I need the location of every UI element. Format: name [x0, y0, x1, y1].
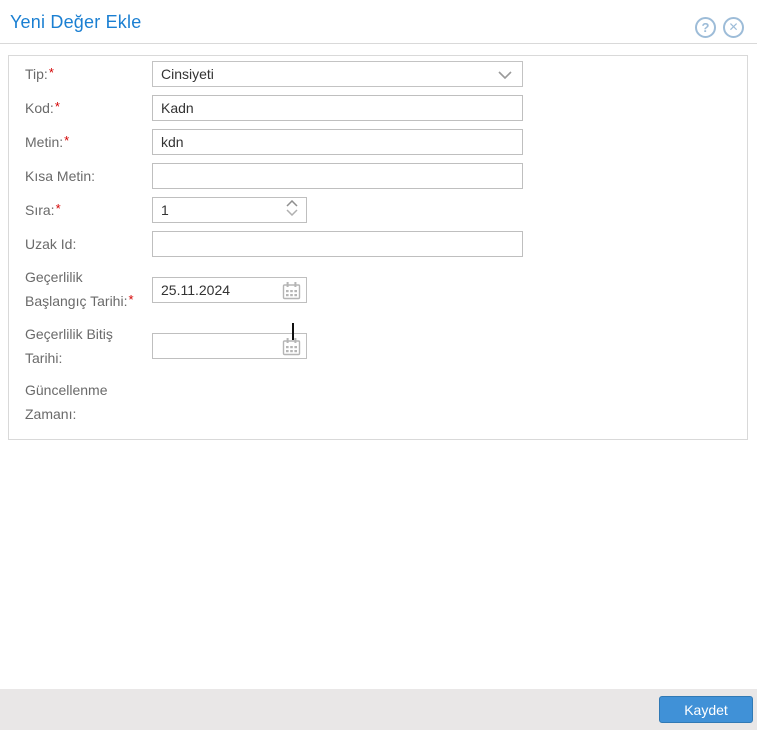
- dialog-header: Yeni Değer Ekle ? ✕: [0, 0, 757, 44]
- label-text: Güncellenme Zamanı:: [25, 382, 108, 422]
- sira-input[interactable]: [152, 197, 307, 223]
- required-marker: *: [128, 292, 134, 307]
- form-row-bitis-tarihi: Geçerlilik Bitiş Tarihi:: [25, 322, 731, 370]
- field-uzak-id: [152, 231, 523, 257]
- save-button[interactable]: Kaydet: [659, 696, 753, 723]
- form-row-metin: Metin:*: [25, 129, 731, 155]
- label-text: Metin:: [25, 133, 64, 150]
- chevron-down-icon[interactable]: [286, 209, 298, 216]
- required-marker: *: [64, 132, 70, 148]
- field-label-sira: Sıra:*: [25, 198, 152, 223]
- form-panel: Tip:* Cinsiyeti Kod:* Metin:* Kısa Metin…: [8, 55, 748, 440]
- field-label-baslangic-tarihi: Geçerlilik Başlangıç Tarihi:*: [25, 265, 152, 314]
- calendar-icon[interactable]: [282, 281, 301, 300]
- field-kod: [152, 95, 523, 121]
- kod-input[interactable]: [152, 95, 523, 121]
- label-text: Geçerlilik Bitiş Tarihi:: [25, 326, 113, 366]
- field-label-tip: Tip:*: [25, 62, 152, 87]
- field-kisa-metin: [152, 163, 523, 189]
- field-bitis-tarihi: [152, 323, 307, 359]
- form-row-sira: Sıra:*: [25, 197, 731, 223]
- field-sira: [152, 197, 307, 223]
- text-cursor: [292, 323, 294, 340]
- field-metin: [152, 129, 523, 155]
- form-row-kod: Kod:*: [25, 95, 731, 121]
- close-glyph: ✕: [728, 20, 739, 34]
- dialog-title: Yeni Değer Ekle: [10, 12, 142, 32]
- label-text: Kod:: [25, 99, 54, 116]
- chevron-up-icon[interactable]: [286, 200, 298, 207]
- form-row-guncellenme-zamani: Güncellenme Zamanı:: [25, 378, 731, 426]
- field-label-uzak-id: Uzak Id:: [25, 232, 152, 256]
- required-marker: *: [54, 98, 60, 114]
- form-row-tip: Tip:* Cinsiyeti: [25, 61, 731, 87]
- required-marker: *: [48, 64, 54, 80]
- required-marker: *: [55, 200, 61, 216]
- field-tip: Cinsiyeti: [152, 61, 523, 87]
- field-label-guncellenme-zamani: Güncellenme Zamanı:: [25, 378, 152, 426]
- field-label-kisa-metin: Kısa Metin:: [25, 164, 152, 188]
- metin-input[interactable]: [152, 129, 523, 155]
- label-text: Sıra:: [25, 201, 55, 218]
- field-label-metin: Metin:*: [25, 130, 152, 155]
- form-row-baslangic-tarihi: Geçerlilik Başlangıç Tarihi:*: [25, 265, 731, 314]
- label-text: Uzak Id:: [25, 236, 77, 252]
- label-text: Kısa Metin:: [25, 168, 96, 184]
- field-label-kod: Kod:*: [25, 96, 152, 121]
- kisa-metin-input[interactable]: [152, 163, 523, 189]
- tip-select[interactable]: Cinsiyeti: [152, 61, 523, 87]
- help-glyph: ?: [701, 20, 710, 35]
- sira-spinner: [286, 200, 298, 216]
- close-icon[interactable]: ✕: [723, 17, 744, 38]
- form-row-uzak-id: Uzak Id:: [25, 231, 731, 257]
- dialog-footer: Kaydet: [0, 689, 757, 730]
- field-label-bitis-tarihi: Geçerlilik Bitiş Tarihi:: [25, 322, 152, 370]
- uzak-id-input[interactable]: [152, 231, 523, 257]
- header-icons: ? ✕: [695, 17, 744, 38]
- chevron-down-icon: [498, 71, 512, 79]
- label-text: Geçerlilik Başlangıç Tarihi:: [25, 269, 128, 309]
- tip-select-value: Cinsiyeti: [161, 66, 214, 82]
- form-row-kisa-metin: Kısa Metin:: [25, 163, 731, 189]
- help-icon[interactable]: ?: [695, 17, 716, 38]
- label-text: Tip:: [25, 65, 48, 82]
- field-baslangic-tarihi: [152, 276, 307, 303]
